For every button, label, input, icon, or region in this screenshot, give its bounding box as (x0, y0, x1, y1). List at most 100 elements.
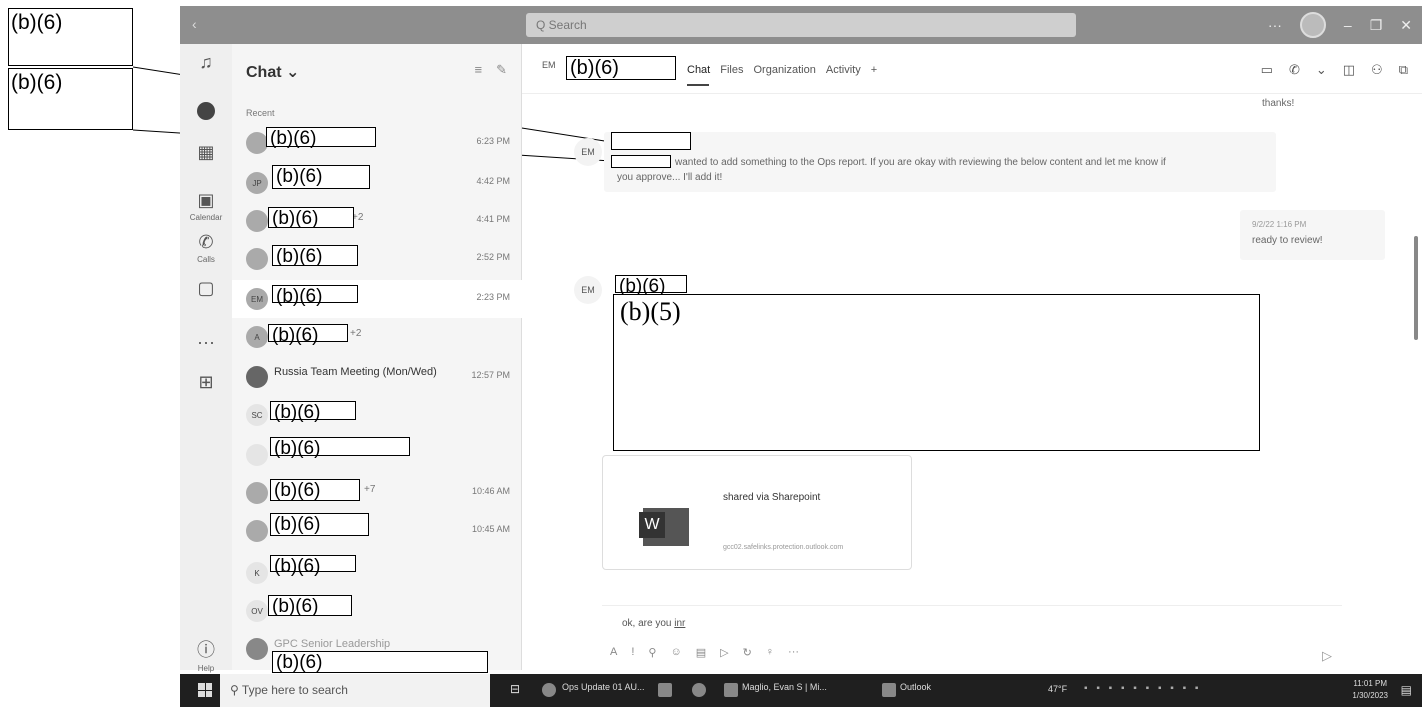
tab-chat[interactable]: Chat (687, 64, 710, 76)
browser-icon[interactable] (692, 683, 706, 697)
compose-text-misspelled: inr (674, 618, 686, 629)
popout-icon[interactable]: ⧉ (1399, 62, 1408, 78)
more-icon: ··· (197, 332, 215, 352)
message-text: wanted to add something to the Ops repor… (675, 157, 1166, 168)
chat-time: 4:42 PM (476, 176, 510, 186)
message-thanks: thanks! (1262, 98, 1295, 109)
add-tab-button[interactable]: + (871, 64, 877, 76)
tab-files[interactable]: Files (720, 64, 743, 76)
sticker-icon[interactable]: ▷ (720, 646, 728, 659)
compose-text-plain: ok, are you (622, 618, 675, 629)
active-tab-indicator (687, 84, 709, 86)
tab-activity[interactable]: Activity (826, 64, 861, 76)
format-icon[interactable]: A (610, 646, 617, 659)
bell-icon: ♫ (199, 52, 213, 72)
teams-icon: ▦ (197, 142, 215, 162)
rail-files[interactable]: ▢ (180, 278, 232, 301)
search-input[interactable]: Q Search (526, 13, 1076, 37)
audio-call-icon[interactable]: ✆ (1289, 62, 1300, 78)
message-timestamp: 9/2/22 1:16 PM (1252, 220, 1307, 229)
taskbar-app-ops-update[interactable]: Ops Update 01 AU... (562, 682, 645, 692)
recent-label: Recent (246, 108, 275, 118)
maximize-icon[interactable]: ❐ (1370, 17, 1383, 34)
chat-list-title[interactable]: Chat ⌄ (246, 62, 299, 82)
chat-time: 10:46 AM (471, 486, 510, 496)
more-icon[interactable]: ··· (788, 646, 799, 659)
redacted-name: (b)(6) (270, 513, 369, 536)
rail-calls-label: Calls (197, 255, 215, 264)
taskbar-search[interactable]: ⚲ Type here to search (220, 674, 490, 707)
window-titlebar: ‹ Q Search ··· – ❐ ✕ (180, 6, 1422, 44)
notification-icon[interactable]: ▤ (1401, 683, 1412, 697)
praise-icon[interactable]: ♀ (766, 646, 774, 659)
windows-start-icon[interactable] (198, 683, 212, 697)
exclamation-icon[interactable]: ! (631, 646, 634, 659)
filter-icon[interactable]: ≡ (475, 62, 483, 78)
redacted-name: (b)(6) (268, 595, 352, 616)
more-options-icon[interactable]: ··· (1268, 17, 1282, 33)
redaction-label-second: (b)(6) (8, 68, 133, 130)
compose-box[interactable]: ok, are you inr A ! ⚲ ☺ ▤ ▷ ↻ ♀ ··· ▷ (602, 605, 1342, 670)
redacted-name: (b)(6) (272, 285, 358, 306)
scrollbar[interactable] (1414, 236, 1418, 340)
back-arrow-icon[interactable]: ‹ (192, 16, 197, 32)
system-tray-icons[interactable]: ▪ ▪ ▪ ▪ ▪ ▪ ▪ ▪ ▪ ▪ (1084, 683, 1201, 694)
send-icon[interactable]: ▷ (1322, 648, 1332, 664)
outlook-icon[interactable] (882, 683, 896, 697)
close-icon[interactable]: ✕ (1400, 17, 1412, 34)
file-explorer-icon[interactable] (658, 683, 672, 697)
word-letter: W (639, 512, 665, 538)
rail-calls[interactable]: ✆ Calls (180, 232, 232, 264)
file-icon: ▢ (197, 278, 215, 298)
attachment-card[interactable]: W shared via Sharepoint gcc02.safelinks.… (602, 455, 912, 570)
help-icon: ⓘ (197, 640, 215, 660)
redacted-name: (b)(6) (270, 437, 410, 458)
rail-calendar[interactable]: ▣ Calendar (180, 190, 232, 222)
rail-chat[interactable] (180, 102, 232, 122)
weather-temp[interactable]: 47°F (1048, 684, 1067, 694)
add-people-icon[interactable]: ⚇ (1371, 62, 1383, 78)
avatar (246, 520, 268, 542)
avatar (246, 210, 268, 232)
profile-avatar[interactable] (1299, 12, 1326, 38)
video-call-icon[interactable]: ▭ (1261, 62, 1273, 78)
rail-more[interactable]: ··· (180, 332, 232, 355)
teams-taskbar-icon[interactable] (724, 683, 738, 697)
emoji-icon[interactable]: ☺ (670, 646, 681, 659)
conversation-avatar: EM (542, 60, 556, 70)
app-rail: ♫ ▦ ▣ Calendar ✆ Calls ▢ ··· ⊞ ⓘ Help (180, 44, 232, 673)
task-view-icon[interactable]: ⊟ (510, 682, 520, 696)
rail-teams[interactable]: ▦ (180, 142, 232, 165)
redacted-name: (b)(6) (270, 401, 356, 422)
attachment-url[interactable]: gcc02.safelinks.protection.outlook.com (723, 544, 843, 551)
chat-time: 2:52 PM (476, 252, 510, 262)
avatar: OV (246, 600, 268, 622)
rail-activity[interactable]: ♫ (180, 52, 232, 75)
chat-row[interactable]: Russia Team Meeting (Mon/Wed) 12:57 PM (232, 358, 522, 396)
avatar: EM (246, 288, 268, 310)
minimize-icon[interactable]: – (1344, 17, 1352, 33)
redacted-sender: (b)(6) (615, 275, 687, 296)
rail-help[interactable]: ⓘ Help (180, 636, 232, 673)
avatar: K (246, 562, 268, 584)
attach-icon[interactable]: ⚲ (648, 646, 656, 659)
chevron-down-icon[interactable]: ⌄ (1316, 62, 1327, 78)
participant-count: +7 (364, 484, 376, 495)
avatar (246, 482, 268, 504)
loop-icon[interactable]: ↻ (743, 646, 752, 659)
new-chat-icon[interactable]: ✎ (496, 62, 507, 78)
taskbar-clock[interactable]: 11:01 PM 1/30/2023 (1352, 678, 1388, 702)
header-actions: ▭ ✆ ⌄ ◫ ⚇ ⧉ (1261, 62, 1408, 78)
compose-input[interactable]: ok, are you inr (622, 618, 685, 629)
rail-apps[interactable]: ⊞ (180, 372, 232, 395)
phone-icon: ✆ (198, 232, 214, 252)
chat-list-tools: ≡ ✎ (475, 62, 508, 78)
avatar: EM (574, 138, 602, 166)
apps-icon: ⊞ (198, 372, 214, 392)
tab-organization[interactable]: Organization (753, 64, 815, 76)
redacted-name: (b)(6) (268, 324, 348, 345)
taskbar-app-teams[interactable]: Maglio, Evan S | Mi... (742, 682, 827, 692)
gif-icon[interactable]: ▤ (696, 646, 706, 659)
taskbar-app-outlook[interactable]: Outlook (900, 682, 931, 692)
screen-share-icon[interactable]: ◫ (1343, 62, 1355, 78)
